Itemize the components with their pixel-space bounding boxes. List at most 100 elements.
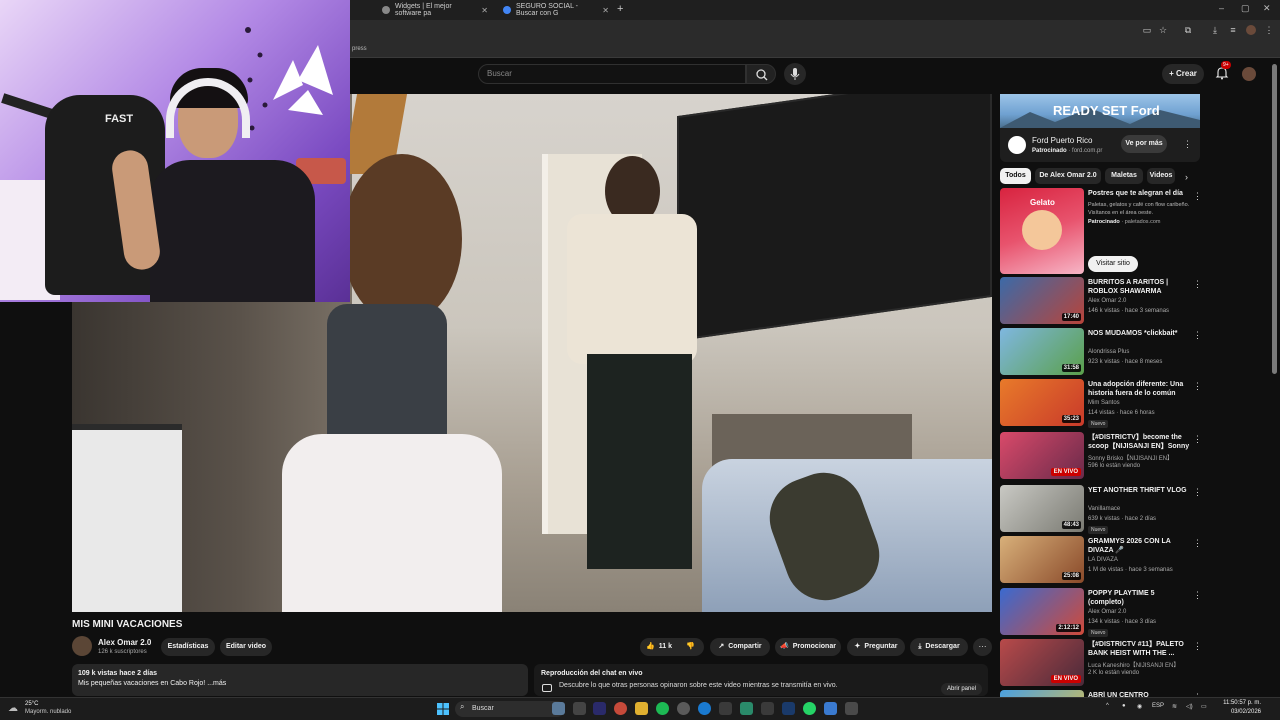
search-button[interactable] [746,64,776,84]
recommendation-channel[interactable]: Alondrissa Plus [1088,349,1129,355]
obs-icon[interactable] [677,702,690,715]
extensions-icon[interactable]: ⧉ [1183,25,1193,35]
chevron-right-icon[interactable]: › [1185,172,1188,182]
scrollbar[interactable] [1272,64,1277,374]
recommendation-channel[interactable]: LA DIVAZA [1088,557,1118,563]
recommendation-item[interactable]: 31:58 NOS MUDAMOS *clickbait* Alondrissa P… [1000,328,1210,378]
taskbar-app-icon[interactable] [573,702,586,715]
visit-site-button[interactable]: Visitar sitio [1088,256,1138,272]
share-button[interactable]: ↗ Compartir [710,638,770,656]
recommendation-channel[interactable]: Vanillamace [1088,506,1120,512]
file-explorer-icon[interactable] [635,702,648,715]
video-menu-icon[interactable]: ⋮ [1193,590,1202,601]
description-box[interactable]: 109 k vistas hace 2 días Mis pequeñas va… [72,664,528,696]
language-indicator[interactable]: ESP [1152,703,1164,709]
clock-date[interactable]: 03/02/2026 [1221,709,1261,715]
steam-icon[interactable] [782,702,795,715]
bookmark-star-icon[interactable]: ☆ [1158,25,1168,35]
video-thumbnail[interactable]: EN VIVO [1000,639,1084,686]
video-menu-icon[interactable]: ⋮ [1193,330,1202,341]
minimize-button[interactable]: – [1219,3,1224,13]
tray-app-icon[interactable]: ◉ [1137,703,1142,710]
video-thumbnail[interactable]: EN VIVO [1000,432,1084,479]
clock-time[interactable]: 11:50:57 p. m. [1221,700,1261,706]
recommendation-channel[interactable]: Alex Omar 2.0 [1088,609,1126,615]
tab-seguro-social[interactable]: SEGURO SOCIAL - Buscar con G ✕ [497,2,615,18]
video-thumbnail[interactable]: 35:23 [1000,379,1084,426]
taskbar-app-icon[interactable] [845,702,858,715]
recommendation-title[interactable]: NOS MUDAMOS *clickbait* [1088,329,1192,338]
video-thumbnail[interactable]: 48:43 [1000,485,1084,532]
ad-cta-button[interactable]: Ve por más [1121,135,1167,153]
download-icon[interactable]: ⤓ [1210,25,1220,35]
close-window-button[interactable]: ✕ [1263,3,1271,14]
recommendation-title[interactable]: 【#DISTRICTV】become the scoop【NIJISANJI E… [1088,433,1192,451]
maximize-button[interactable]: ▢ [1241,3,1250,14]
tab-widgets[interactable]: Widgets | El mejor software pa ✕ [376,2,494,18]
premiere-icon[interactable] [593,702,606,715]
video-menu-icon[interactable]: ⋮ [1193,641,1202,652]
chip-all[interactable]: Todos [1000,168,1031,184]
taskbar-app-icon[interactable] [824,702,837,715]
gelato-ad-thumbnail[interactable]: Gelato [1000,188,1084,274]
cast-icon[interactable]: ▭ [1142,25,1152,35]
chrome-icon[interactable] [614,702,627,715]
video-thumbnail[interactable]: 25:08 [1000,536,1084,583]
video-menu-icon[interactable]: ⋮ [1193,487,1202,498]
channel-name[interactable]: Alex Omar 2.0 [98,638,151,647]
profile-icon[interactable] [1246,25,1256,35]
ask-button[interactable]: ✦ Preguntar [847,638,905,656]
tray-chevron-icon[interactable]: ^ [1106,703,1109,709]
video-thumbnail[interactable]: 2:12:12 [1000,588,1084,635]
edge-icon[interactable] [698,702,711,715]
task-view-icon[interactable] [552,702,565,715]
weather-temperature[interactable]: 25°C [25,701,38,707]
ad-banner[interactable]: READY SET Ford [1000,94,1200,128]
recommendation-item[interactable]: EN VIVO 【#DISTRICTV #11】PALETO BANK HEIST… [1000,639,1210,689]
open-panel-button[interactable]: Abrir panel [940,683,982,695]
video-menu-icon[interactable]: ⋮ [1193,538,1202,549]
account-avatar[interactable] [1242,67,1256,81]
chip-maletas[interactable]: Maletas [1105,168,1143,184]
bookmark-item[interactable]: press [352,46,367,52]
ad-menu-icon[interactable]: ⋮ [1183,139,1192,150]
ad-card[interactable]: Ford Puerto Rico Patrocinado · ford.com.… [1000,128,1200,162]
recommendation-item[interactable]: 48:43 YET ANOTHER THRIFT VLOG Vanillamace 6… [1000,485,1210,535]
weather-description[interactable]: Mayorm. nublado [25,709,71,715]
chip-channel[interactable]: De Alex Omar 2.0 [1035,168,1101,184]
recommendation-title[interactable]: GRAMMYS 2026 CON LA DIVAZA 🎤 [1088,537,1192,555]
dislike-icon[interactable]: 👎 [686,638,695,656]
recommendation-title[interactable]: BURRITOS A RARITOS | ROBLOX SHAWARMA [1088,278,1192,296]
channel-avatar[interactable] [72,636,92,656]
recommendation-item[interactable]: 17:40 BURRITOS A RARITOS | ROBLOX SHAWARM… [1000,277,1210,327]
menu-kebab-icon[interactable]: ⋮ [1264,25,1274,35]
taskbar-search-input[interactable]: Buscar [455,701,565,717]
windows-start-icon[interactable] [437,703,449,715]
volume-icon[interactable]: ◁) [1186,703,1193,710]
tray-app-icon[interactable]: ● [1122,703,1126,709]
download-button[interactable]: ⤓ Descargar [910,638,968,656]
ad-menu-icon[interactable]: ⋮ [1193,191,1202,202]
taskbar-app-icon[interactable] [761,702,774,715]
gelato-ad-title[interactable]: Postres que te alegran el día [1088,190,1183,197]
recommendation-channel[interactable]: Sonny Brisko【NIJISANJI EN】 [1088,453,1173,462]
video-menu-icon[interactable]: ⋮ [1193,279,1202,290]
video-thumbnail[interactable]: 31:58 [1000,328,1084,375]
recommendation-title[interactable]: YET ANOTHER THRIFT VLOG [1088,486,1192,495]
wifi-icon[interactable]: ≋ [1172,703,1177,710]
search-input[interactable]: Buscar [478,64,746,84]
like-icon[interactable]: 👍 [646,643,655,650]
recommendation-item[interactable]: 25:08 GRAMMYS 2026 CON LA DIVAZA 🎤 LA DIVA… [1000,536,1210,586]
recommendation-channel[interactable]: Alex Omar 2.0 [1088,298,1126,304]
more-actions-button[interactable]: ··· [973,638,992,656]
recommendation-item[interactable]: 2:12:12 POPPY PLAYTIME 5 (completo) Alex O… [1000,588,1210,638]
recommendation-channel[interactable]: Mim Santos [1088,400,1120,406]
stats-button[interactable]: Estadísticas [161,638,215,656]
create-button[interactable]: + Crear [1162,64,1204,84]
whatsapp-icon[interactable] [803,702,816,715]
chip-videos[interactable]: Videos [1147,168,1175,184]
media-icon[interactable]: ≡ [1228,25,1238,35]
recommendation-item[interactable]: 35:23 Una adopción diferente: Una histori… [1000,379,1210,429]
battery-icon[interactable]: ▭ [1201,703,1207,710]
promote-button[interactable]: 📣 Promocionar [775,638,841,656]
